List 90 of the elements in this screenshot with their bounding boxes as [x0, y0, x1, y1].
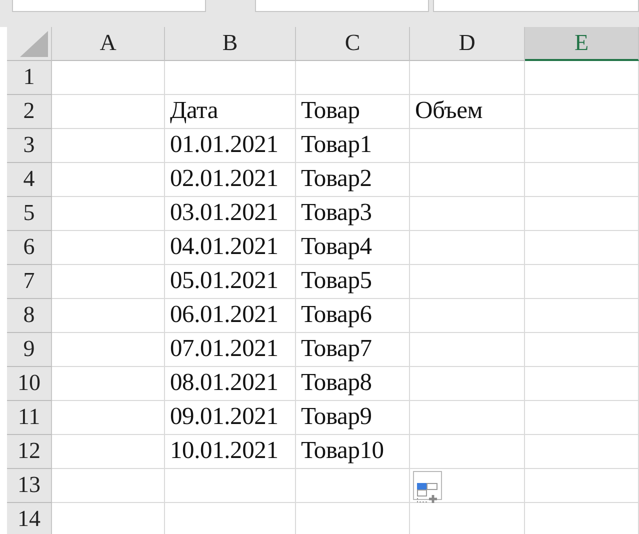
- table-cell[interactable]: [52, 367, 165, 401]
- table-cell[interactable]: Товар7: [296, 333, 410, 367]
- table-cell[interactable]: [52, 265, 165, 299]
- table-cell[interactable]: [525, 61, 639, 95]
- table-cell[interactable]: Товар5: [296, 265, 410, 299]
- column-header[interactable]: B: [165, 27, 296, 61]
- table-cell[interactable]: [525, 163, 639, 197]
- table-cell[interactable]: [525, 469, 639, 503]
- table-cell[interactable]: [52, 163, 165, 197]
- table-cell[interactable]: [52, 435, 165, 469]
- row-header[interactable]: 2: [7, 95, 52, 129]
- table-cell[interactable]: [410, 265, 525, 299]
- row-header[interactable]: 4: [7, 163, 52, 197]
- table-cell[interactable]: [525, 333, 639, 367]
- column-header[interactable]: E: [525, 27, 639, 61]
- table-cell[interactable]: 07.01.2021: [165, 333, 296, 367]
- table-cell[interactable]: [525, 197, 639, 231]
- table-cell[interactable]: [410, 163, 525, 197]
- table-cell[interactable]: 01.01.2021: [165, 129, 296, 163]
- table-cell[interactable]: [410, 469, 525, 503]
- table-cell[interactable]: Товар8: [296, 367, 410, 401]
- table-cell[interactable]: [52, 197, 165, 231]
- table-cell[interactable]: [525, 435, 639, 469]
- row-header[interactable]: 1: [7, 61, 52, 95]
- row-header[interactable]: 14: [7, 503, 52, 534]
- select-all-corner[interactable]: [7, 27, 52, 61]
- table-cell[interactable]: [296, 61, 410, 95]
- table-cell[interactable]: [410, 129, 525, 163]
- table-cell[interactable]: [52, 231, 165, 265]
- table-cell[interactable]: [52, 333, 165, 367]
- row-header[interactable]: 6: [7, 231, 52, 265]
- column-header[interactable]: C: [296, 27, 410, 61]
- row-header[interactable]: 5: [7, 197, 52, 231]
- table-cell[interactable]: Товар9: [296, 401, 410, 435]
- table-cell[interactable]: [525, 367, 639, 401]
- table-cell[interactable]: 06.01.2021: [165, 299, 296, 333]
- table-cell[interactable]: [296, 469, 410, 503]
- table-cell[interactable]: [410, 333, 525, 367]
- table-cell[interactable]: [525, 265, 639, 299]
- row-header[interactable]: 12: [7, 435, 52, 469]
- table-cell[interactable]: Товар10: [296, 435, 410, 469]
- table-cell[interactable]: [410, 197, 525, 231]
- table-cell[interactable]: 09.01.2021: [165, 401, 296, 435]
- table-cell[interactable]: [52, 299, 165, 333]
- row-header[interactable]: 11: [7, 401, 52, 435]
- table-cell[interactable]: 10.01.2021: [165, 435, 296, 469]
- table-cell[interactable]: [410, 435, 525, 469]
- row-header[interactable]: 10: [7, 367, 52, 401]
- row-header[interactable]: 7: [7, 265, 52, 299]
- table-cell[interactable]: [410, 231, 525, 265]
- table-cell[interactable]: [525, 95, 639, 129]
- table-cell[interactable]: [52, 129, 165, 163]
- table-cell[interactable]: [410, 367, 525, 401]
- table-cell[interactable]: [410, 299, 525, 333]
- table-cell[interactable]: 03.01.2021: [165, 197, 296, 231]
- table-cell[interactable]: 04.01.2021: [165, 231, 296, 265]
- table-cell[interactable]: Товар6: [296, 299, 410, 333]
- table-cell[interactable]: [525, 299, 639, 333]
- column-header[interactable]: A: [52, 27, 165, 61]
- column-header[interactable]: D: [410, 27, 525, 61]
- table-cell[interactable]: Товар1: [296, 129, 410, 163]
- table-cell[interactable]: [410, 61, 525, 95]
- paste-options-button[interactable]: [413, 471, 442, 500]
- table-cell[interactable]: [52, 469, 165, 503]
- table-cell[interactable]: Товар3: [296, 197, 410, 231]
- table-cell[interactable]: Объем: [410, 95, 525, 129]
- table-cell[interactable]: [410, 401, 525, 435]
- table-cell[interactable]: 02.01.2021: [165, 163, 296, 197]
- table-cell[interactable]: [165, 469, 296, 503]
- toolbar-field[interactable]: [255, 0, 429, 12]
- table-cell[interactable]: Товар4: [296, 231, 410, 265]
- toolbar-field[interactable]: [433, 0, 639, 12]
- table-cell[interactable]: [525, 401, 639, 435]
- table-cell[interactable]: 05.01.2021: [165, 265, 296, 299]
- toolbar-field[interactable]: [12, 0, 206, 12]
- table-cell[interactable]: [525, 129, 639, 163]
- table-cell[interactable]: [165, 61, 296, 95]
- table-cell[interactable]: [52, 95, 165, 129]
- table-cell[interactable]: [525, 231, 639, 265]
- table-cell[interactable]: [52, 401, 165, 435]
- table-cell[interactable]: 08.01.2021: [165, 367, 296, 401]
- table-cell[interactable]: Товар2: [296, 163, 410, 197]
- table-cell[interactable]: Товар: [296, 95, 410, 129]
- paste-options-icon: [416, 482, 439, 505]
- row-header[interactable]: 8: [7, 299, 52, 333]
- row-header[interactable]: 13: [7, 469, 52, 503]
- row-header[interactable]: 9: [7, 333, 52, 367]
- row-header[interactable]: 3: [7, 129, 52, 163]
- table-cell[interactable]: Дата: [165, 95, 296, 129]
- table-cell[interactable]: [52, 61, 165, 95]
